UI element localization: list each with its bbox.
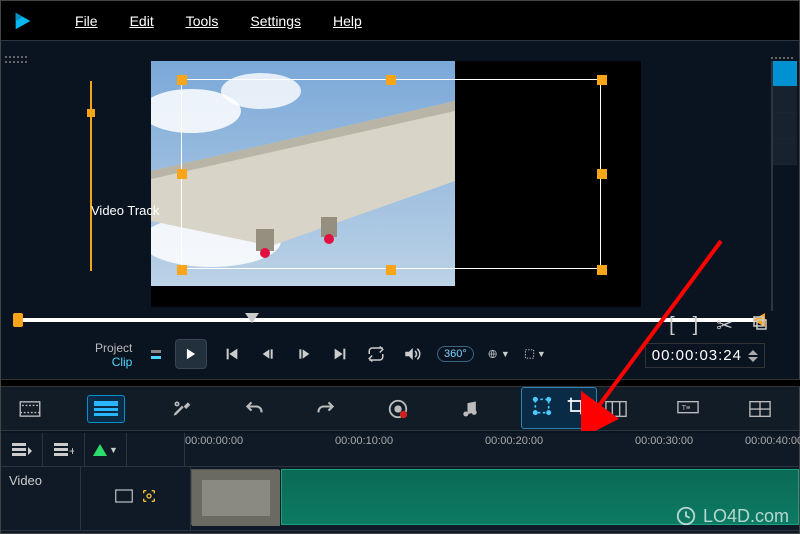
copy-clip-icon[interactable] bbox=[751, 314, 769, 338]
play-button[interactable] bbox=[175, 339, 207, 369]
mark-out-icon[interactable]: ] bbox=[693, 314, 699, 337]
svg-text:+: + bbox=[69, 444, 74, 457]
svg-text:T≡: T≡ bbox=[682, 402, 691, 411]
project-mode-tick[interactable] bbox=[151, 350, 161, 353]
redo-button[interactable] bbox=[311, 395, 341, 423]
crop-handle-br[interactable] bbox=[597, 265, 607, 275]
undo-button[interactable] bbox=[239, 395, 269, 423]
view-360-button[interactable]: 360° bbox=[437, 346, 474, 362]
split-scissors-icon[interactable]: ✂ bbox=[716, 313, 733, 338]
clip-thumbnail-1[interactable] bbox=[191, 469, 279, 525]
app-logo bbox=[9, 7, 37, 35]
crop-handle-bl[interactable] bbox=[177, 265, 187, 275]
mark-in-icon[interactable]: [ bbox=[669, 314, 675, 337]
clip-tools: [ ] ✂ bbox=[669, 313, 769, 338]
crop-selection[interactable] bbox=[181, 79, 601, 269]
next-frame-button[interactable] bbox=[293, 343, 315, 365]
side-tab-1[interactable] bbox=[773, 61, 797, 87]
track-options-2[interactable]: + bbox=[43, 433, 85, 467]
watermark: LO4D.com bbox=[675, 505, 789, 527]
video-track-header[interactable]: Video bbox=[1, 467, 81, 530]
side-tab-4[interactable] bbox=[773, 139, 797, 165]
crop-mode-button[interactable] bbox=[566, 396, 586, 421]
right-side-tabs bbox=[771, 61, 797, 311]
globe-dropdown[interactable]: ▼ bbox=[488, 343, 510, 365]
volume-button[interactable] bbox=[401, 343, 423, 365]
menu-settings[interactable]: Settings bbox=[236, 9, 315, 33]
menu-bar: File Edit Tools Settings Help bbox=[1, 1, 799, 41]
resize-mode-button[interactable] bbox=[532, 396, 552, 421]
project-mode-label[interactable]: Project bbox=[95, 341, 132, 355]
storyboard-view-icon[interactable] bbox=[15, 395, 45, 423]
timecode-display[interactable]: 00:00:03:24 bbox=[645, 343, 765, 368]
crop-handle-ml[interactable] bbox=[177, 169, 187, 179]
track-visibility-icon[interactable] bbox=[115, 489, 133, 508]
preview-viewport bbox=[151, 61, 641, 307]
playhead-marker[interactable] bbox=[245, 313, 259, 323]
side-tab-2[interactable] bbox=[773, 87, 797, 113]
timecode-spinner[interactable] bbox=[748, 350, 758, 362]
track-focus-icon[interactable] bbox=[141, 488, 157, 509]
timeline-toolbar: T≡ bbox=[1, 387, 799, 431]
panel-grip[interactable] bbox=[5, 56, 27, 64]
crop-handle-tr[interactable] bbox=[597, 75, 607, 85]
track-collapse[interactable]: ▼ bbox=[85, 433, 127, 467]
video-track-label: Video Track bbox=[91, 203, 159, 218]
record-button[interactable] bbox=[383, 395, 413, 423]
multicam-icon[interactable] bbox=[745, 395, 775, 423]
trim-in-handle[interactable] bbox=[13, 313, 23, 327]
transport-controls: 360° ▼ ▼ bbox=[151, 339, 546, 369]
mode-labels: Project Clip bbox=[95, 341, 132, 369]
audio-mixer-icon[interactable] bbox=[455, 395, 485, 423]
timeline-view-icon[interactable] bbox=[87, 395, 125, 423]
timeline-ruler[interactable]: 00:00:00:00 00:00:10:00 00:00:20:00 00:0… bbox=[185, 433, 799, 467]
crop-handle-bm[interactable] bbox=[386, 265, 396, 275]
track-buttons bbox=[81, 467, 191, 530]
crop-handle-mr[interactable] bbox=[597, 169, 607, 179]
menu-file[interactable]: File bbox=[61, 9, 112, 33]
resize-crop-group bbox=[521, 387, 597, 429]
menu-tools[interactable]: Tools bbox=[172, 9, 233, 33]
crop-handle-tm[interactable] bbox=[386, 75, 396, 85]
clip-mode-label[interactable]: Clip bbox=[95, 355, 132, 369]
horizontal-divider[interactable] bbox=[1, 379, 800, 387]
tools-wrench-icon[interactable] bbox=[167, 395, 197, 423]
track-options-1[interactable] bbox=[1, 433, 43, 467]
marquee-dropdown[interactable]: ▼ bbox=[524, 343, 546, 365]
crop-handle-tl[interactable] bbox=[177, 75, 187, 85]
scrub-bar[interactable] bbox=[17, 318, 761, 322]
menu-edit[interactable]: Edit bbox=[116, 9, 168, 33]
go-end-button[interactable] bbox=[329, 343, 351, 365]
menu-help[interactable]: Help bbox=[319, 9, 376, 33]
go-start-button[interactable] bbox=[221, 343, 243, 365]
chapter-marker-icon[interactable] bbox=[601, 395, 631, 423]
clip-mode-tick[interactable] bbox=[151, 356, 161, 359]
side-tab-3[interactable] bbox=[773, 113, 797, 139]
subtitle-editor-icon[interactable]: T≡ bbox=[673, 395, 703, 423]
timeline-header: + ▼ 00:00:00:00 00:00:10:00 00:00:20:00 … bbox=[1, 433, 799, 467]
loop-button[interactable] bbox=[365, 343, 387, 365]
prev-frame-button[interactable] bbox=[257, 343, 279, 365]
left-crop-handle[interactable] bbox=[87, 109, 95, 117]
